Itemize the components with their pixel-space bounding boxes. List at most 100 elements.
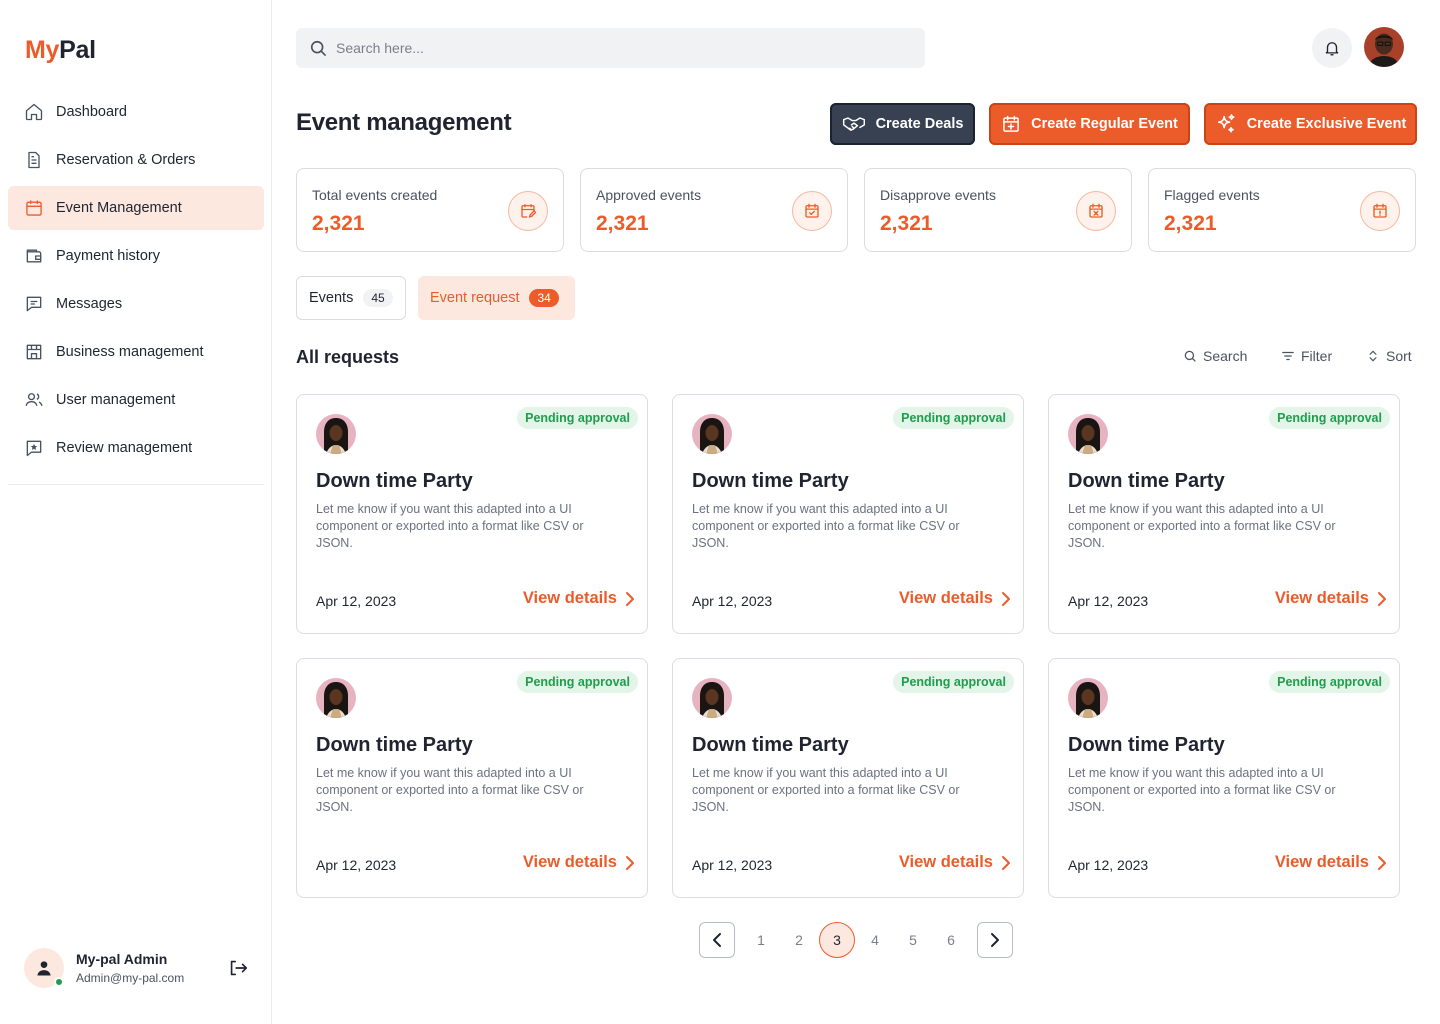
filter-button[interactable]: Filter	[1281, 348, 1332, 364]
tab-label: Event request	[430, 290, 520, 306]
sidebar: MyPal Dashboard Reservation & Orders Eve…	[0, 0, 272, 1024]
organizer-avatar	[1068, 678, 1108, 718]
person-photo-icon	[692, 414, 732, 454]
person-photo-icon	[316, 414, 356, 454]
tab-count-badge: 45	[363, 289, 393, 307]
event-date: Apr 12, 2023	[1068, 857, 1149, 873]
create-regular-event-button[interactable]: Create Regular Event	[989, 103, 1190, 145]
chevron-right-icon	[991, 933, 999, 947]
pagination-page-2[interactable]: 2	[781, 922, 817, 958]
review-icon	[24, 438, 44, 458]
event-request-card[interactable]: Pending approval Down time Party Let me …	[296, 394, 648, 634]
search-input[interactable]	[336, 40, 896, 56]
sort-button[interactable]: Sort	[1366, 348, 1412, 364]
event-description: Let me know if you want this adapted int…	[1068, 502, 1336, 550]
sidebar-item-label: User management	[56, 392, 176, 408]
view-details-link[interactable]: View details	[899, 853, 1011, 872]
status-badge: Pending approval	[893, 671, 1014, 693]
person-photo-icon	[692, 678, 732, 718]
notification-button[interactable]	[1312, 28, 1352, 68]
sidebar-item-review-management[interactable]: Review management	[8, 426, 264, 470]
event-title: Down time Party	[692, 470, 849, 492]
event-date: Apr 12, 2023	[692, 857, 773, 873]
stat-value: 2,321	[1164, 212, 1217, 235]
user-photo-icon	[1364, 27, 1404, 67]
chevron-right-icon	[1002, 855, 1010, 870]
pagination-page-5[interactable]: 5	[895, 922, 931, 958]
event-title: Down time Party	[1068, 734, 1225, 756]
event-request-card[interactable]: Pending approval Down time Party Let me …	[672, 658, 1024, 898]
sidebar-item-business-management[interactable]: Business management	[8, 330, 264, 374]
filter-label: Filter	[1301, 348, 1333, 364]
organizer-avatar	[316, 414, 356, 454]
logout-icon[interactable]	[227, 957, 249, 979]
view-details-link[interactable]: View details	[899, 589, 1011, 608]
tab-event-request[interactable]: Event request 34	[418, 276, 575, 320]
person-photo-icon	[316, 678, 356, 718]
sidebar-item-label: Review management	[56, 440, 193, 456]
pagination-next-button[interactable]	[977, 922, 1013, 958]
stat-card-disapproved-events: Disapprove events 2,321	[864, 168, 1132, 252]
search-bar[interactable]	[296, 28, 925, 68]
sidebar-item-dashboard[interactable]: Dashboard	[8, 90, 264, 134]
handshake-icon	[842, 117, 865, 131]
event-request-card[interactable]: Pending approval Down time Party Let me …	[672, 394, 1024, 634]
person-photo-icon	[1068, 414, 1108, 454]
pagination-page-4[interactable]: 4	[857, 922, 893, 958]
event-request-card[interactable]: Pending approval Down time Party Let me …	[296, 658, 648, 898]
stat-card-approved-events: Approved events 2,321	[580, 168, 848, 252]
stat-label: Flagged events	[1164, 187, 1260, 203]
status-badge: Pending approval	[517, 671, 638, 693]
view-details-link[interactable]: View details	[523, 853, 635, 872]
sidebar-item-user-management[interactable]: User management	[8, 378, 264, 422]
pagination-page-1[interactable]: 1	[743, 922, 779, 958]
sidebar-item-payment-history[interactable]: Payment history	[8, 234, 264, 278]
users-icon	[24, 390, 44, 410]
event-title: Down time Party	[316, 470, 473, 492]
sidebar-item-messages[interactable]: Messages	[8, 282, 264, 326]
event-date: Apr 12, 2023	[692, 593, 773, 609]
list-search-button[interactable]: Search	[1183, 348, 1247, 364]
calendar-icon	[24, 198, 44, 218]
sidebar-item-label: Dashboard	[56, 104, 127, 120]
status-badge: Pending approval	[517, 407, 638, 429]
view-details-label: View details	[898, 853, 993, 871]
status-badge: Pending approval	[1269, 407, 1390, 429]
create-exclusive-event-button[interactable]: Create Exclusive Event	[1204, 103, 1417, 145]
event-description: Let me know if you want this adapted int…	[316, 766, 584, 814]
organizer-avatar	[316, 678, 356, 718]
view-details-link[interactable]: View details	[523, 589, 635, 608]
create-regular-event-label: Create Regular Event	[1031, 116, 1178, 132]
tab-events[interactable]: Events 45	[296, 276, 406, 320]
view-details-label: View details	[1274, 853, 1369, 871]
tab-label: Events	[309, 290, 354, 306]
pagination-page-6[interactable]: 6	[933, 922, 969, 958]
sidebar-item-label: Event Management	[56, 200, 182, 216]
view-details-link[interactable]: View details	[1275, 589, 1387, 608]
calendar-plus-icon	[1003, 115, 1019, 132]
user-avatar[interactable]	[1364, 27, 1404, 67]
chevron-right-icon	[1002, 591, 1010, 606]
calendar-check-icon	[792, 191, 832, 231]
pagination-page-3[interactable]: 3	[819, 922, 855, 958]
sidebar-item-label: Reservation & Orders	[56, 152, 196, 168]
event-description: Let me know if you want this adapted int…	[692, 766, 960, 814]
app-logo[interactable]: MyPal	[25, 36, 96, 65]
event-request-card[interactable]: Pending approval Down time Party Let me …	[1048, 658, 1400, 898]
sidebar-item-reservations[interactable]: Reservation & Orders	[8, 138, 264, 182]
sort-label: Sort	[1386, 348, 1412, 364]
create-deals-button[interactable]: Create Deals	[830, 103, 975, 145]
sparkles-icon	[1217, 114, 1235, 133]
stat-value: 2,321	[880, 212, 933, 235]
calendar-x-icon	[1076, 191, 1116, 231]
organizer-avatar	[1068, 414, 1108, 454]
sidebar-item-event-management[interactable]: Event Management	[8, 186, 264, 230]
event-request-card[interactable]: Pending approval Down time Party Let me …	[1048, 394, 1400, 634]
view-details-link[interactable]: View details	[1275, 853, 1387, 872]
sort-icon	[1369, 350, 1377, 362]
pagination-prev-button[interactable]	[699, 922, 735, 958]
sidebar-item-label: Payment history	[56, 248, 160, 264]
event-date: Apr 12, 2023	[316, 857, 397, 873]
event-description: Let me know if you want this adapted int…	[1068, 766, 1336, 814]
chevron-right-icon	[626, 591, 634, 606]
